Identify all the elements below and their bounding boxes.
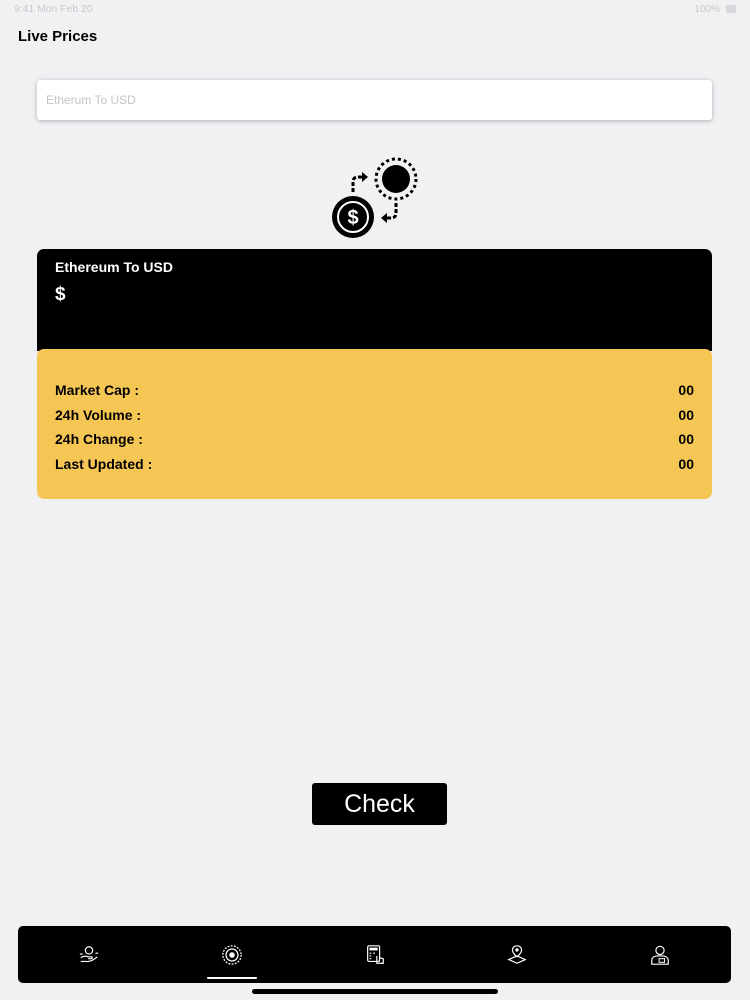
stat-row-24h-change: 24h Change : 00 — [55, 431, 694, 451]
user-profile-icon — [651, 945, 669, 965]
market-stats-panel: Market Cap : 00 24h Volume : 00 24h Chan… — [37, 349, 712, 499]
calculator-tap-icon — [367, 944, 384, 964]
selected-tab-indicator — [207, 977, 257, 979]
tab-hand-coin[interactable] — [44, 926, 134, 983]
status-battery-percent: 100% — [694, 4, 720, 15]
tab-profile[interactable] — [615, 926, 705, 983]
svg-text:$: $ — [347, 207, 358, 229]
stat-value: 00 — [678, 407, 694, 423]
hand-coin-icon — [79, 945, 99, 962]
location-pin-icon — [507, 944, 527, 964]
stat-label: Last Updated : — [55, 456, 153, 472]
tab-location[interactable] — [472, 926, 562, 983]
status-time: 9:41 Mon Feb 20 — [14, 4, 93, 15]
tab-target-radar[interactable] — [187, 926, 277, 983]
target-radar-icon — [222, 944, 242, 965]
price-card-header: Ethereum To USD $ — [37, 249, 712, 351]
currency-pair-search-input[interactable] — [37, 80, 712, 120]
price-card: Ethereum To USD $ Market Cap : 00 24h Vo… — [37, 249, 712, 499]
battery-icon — [726, 5, 736, 13]
stat-label: Market Cap : — [55, 382, 140, 398]
stat-value: 00 — [678, 456, 694, 472]
price-card-title: Ethereum To USD — [55, 259, 173, 275]
stat-value: 00 — [678, 382, 694, 398]
tab-calculator[interactable] — [330, 926, 420, 983]
status-bar: 9:41 Mon Feb 20 100% — [0, 0, 750, 20]
check-button[interactable]: Check — [312, 783, 447, 825]
stat-row-24h-volume: 24h Volume : 00 — [55, 407, 694, 427]
price-value: $ — [55, 284, 66, 305]
bottom-tab-bar — [18, 926, 731, 983]
stat-label: 24h Volume : — [55, 407, 142, 423]
home-indicator[interactable] — [252, 989, 498, 994]
currency-exchange-icon: $ — [330, 157, 420, 241]
stat-value: 00 — [678, 431, 694, 447]
stat-label: 24h Change : — [55, 431, 143, 447]
stat-row-last-updated: Last Updated : 00 — [55, 456, 694, 476]
page-title: Live Prices — [18, 28, 98, 45]
stat-row-market-cap: Market Cap : 00 — [55, 382, 694, 402]
